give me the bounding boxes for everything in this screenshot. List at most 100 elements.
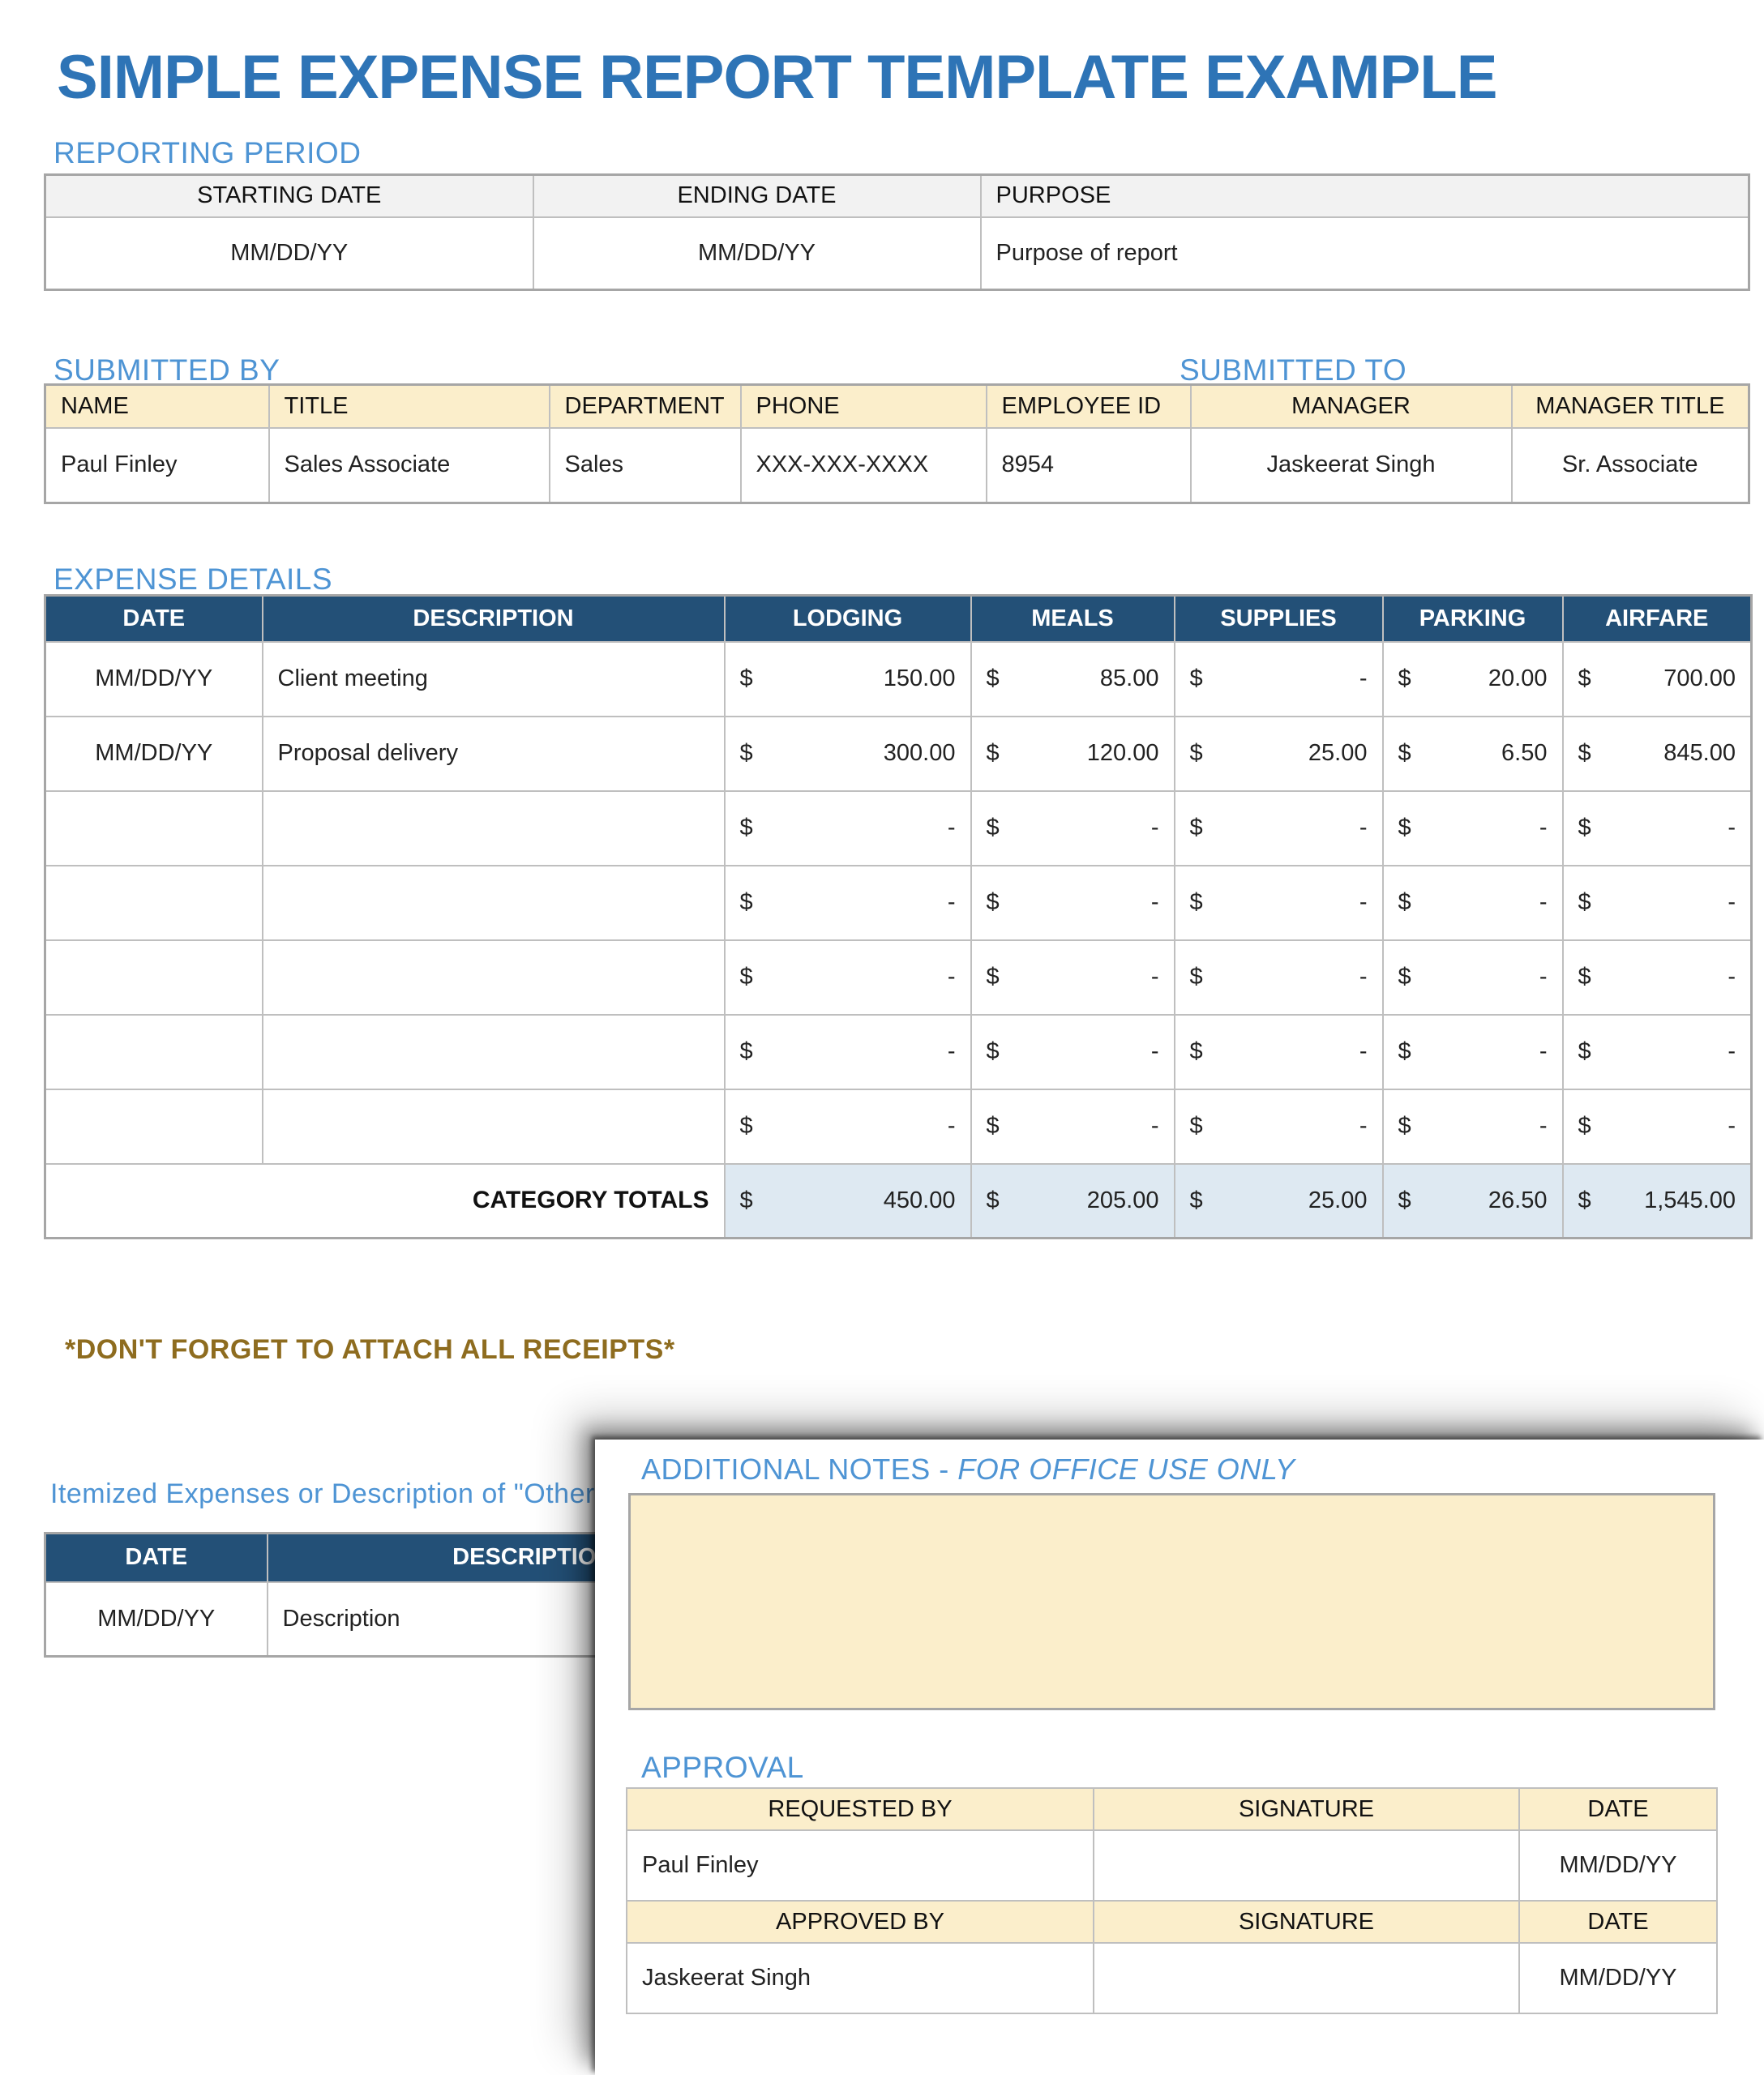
currency-symbol: $ <box>1578 889 1591 915</box>
expense-supplies-cell[interactable]: $ - <box>1173 1088 1384 1165</box>
employee-id-cell[interactable]: 8954 <box>985 426 1192 504</box>
manager-cell[interactable]: Jaskeerat Singh <box>1189 426 1513 504</box>
requested-by-row: Paul Finley MM/DD/YY <box>626 1829 1718 1902</box>
section-heading-submitted-by: SUBMITTED BY <box>54 353 280 387</box>
expense-airfare-cell[interactable]: $ - <box>1561 1013 1753 1090</box>
airfare-header: AIRFARE <box>1561 594 1753 643</box>
currency-symbol: $ <box>1398 1038 1411 1064</box>
expense-airfare-cell[interactable]: $845.00 <box>1561 715 1753 792</box>
expense-airfare-cell[interactable]: $ - <box>1561 789 1753 866</box>
expense-parking-cell[interactable]: $6.50 <box>1381 715 1564 792</box>
requested-by-name-cell[interactable]: Paul Finley <box>626 1829 1094 1902</box>
expense-lodging-cell[interactable]: $ - <box>723 789 972 866</box>
expense-description-cell[interactable] <box>261 1013 726 1090</box>
expense-lodging-cell[interactable]: $ - <box>723 1013 972 1090</box>
expense-parking-cell[interactable]: $ - <box>1381 939 1564 1016</box>
expense-meals-cell[interactable]: $ - <box>970 939 1175 1016</box>
currency-symbol: $ <box>986 1187 1000 1213</box>
itemized-date-cell[interactable]: MM/DD/YY <box>44 1581 268 1658</box>
approval-table: REQUESTED BY SIGNATURE DATE Paul Finley … <box>626 1787 1718 2014</box>
submitted-table: NAME TITLE DEPARTMENT PHONE EMPLOYEE ID … <box>44 383 1750 504</box>
manager-title-cell[interactable]: Sr. Associate <box>1510 426 1750 504</box>
expense-airfare-cell[interactable]: $700.00 <box>1561 640 1753 717</box>
currency-symbol: $ <box>1578 815 1591 841</box>
expense-parking-cell[interactable]: $ - <box>1381 1088 1564 1165</box>
department-cell[interactable]: Sales <box>548 426 742 504</box>
expense-lodging-cell[interactable]: $150.00 <box>723 640 972 717</box>
title-header: TITLE <box>268 383 550 429</box>
currency-symbol: $ <box>739 1038 753 1064</box>
expense-parking-cell[interactable]: $ - <box>1381 1013 1564 1090</box>
expense-parking-cell[interactable]: $ - <box>1381 789 1564 866</box>
expense-supplies-cell[interactable]: $ - <box>1173 789 1384 866</box>
expense-meals-cell[interactable]: $85.00 <box>970 640 1175 717</box>
approved-date-cell[interactable]: MM/DD/YY <box>1518 1942 1718 2014</box>
description-header: DESCRIPTION <box>261 594 726 643</box>
expense-airfare-cell[interactable]: $ - <box>1561 939 1753 1016</box>
additional-notes-box[interactable] <box>628 1493 1715 1710</box>
expense-lodging-cell[interactable]: $ - <box>723 864 972 941</box>
office-use-overlay-panel: ADDITIONAL NOTES - FOR OFFICE USE ONLY A… <box>595 1440 1764 2075</box>
employee-id-header: EMPLOYEE ID <box>985 383 1192 429</box>
expense-description-cell[interactable]: Proposal delivery <box>261 715 726 792</box>
expense-description-cell[interactable] <box>261 939 726 1016</box>
section-heading-expense-details: EXPENSE DETAILS <box>54 563 333 596</box>
expense-parking-cell[interactable]: $20.00 <box>1381 640 1564 717</box>
reporting-period-header-row: STARTING DATE ENDING DATE PURPOSE <box>44 173 1750 218</box>
expense-lodging-cell[interactable]: $300.00 <box>723 715 972 792</box>
expense-date-cell[interactable]: MM/DD/YY <box>44 715 263 792</box>
ending-date-cell[interactable]: MM/DD/YY <box>532 216 982 291</box>
parking-header: PARKING <box>1381 594 1564 643</box>
expense-lodging-cell[interactable]: $ - <box>723 1088 972 1165</box>
expense-description-cell[interactable]: Client meeting <box>261 640 726 717</box>
expense-supplies-cell[interactable]: $ - <box>1173 640 1384 717</box>
purpose-cell[interactable]: Purpose of report <box>979 216 1750 291</box>
expense-airfare-cell[interactable]: $ - <box>1561 864 1753 941</box>
expense-supplies-cell[interactable]: $25.00 <box>1173 715 1384 792</box>
section-heading-submitted-to: SUBMITTED TO <box>1180 353 1407 387</box>
approved-signature-cell[interactable] <box>1093 1942 1520 2014</box>
expense-date-cell[interactable] <box>44 1088 263 1165</box>
currency-symbol: $ <box>986 889 1000 915</box>
expense-row: $ - $ - $ - $ - $ - <box>44 939 1753 1016</box>
expense-meals-cell[interactable]: $ - <box>970 1013 1175 1090</box>
expense-date-cell[interactable] <box>44 1013 263 1090</box>
expense-meals-cell[interactable]: $ - <box>970 864 1175 941</box>
expense-date-cell[interactable]: MM/DD/YY <box>44 640 263 717</box>
starting-date-cell[interactable]: MM/DD/YY <box>44 216 534 291</box>
additional-notes-heading-italic: FOR OFFICE USE ONLY <box>957 1452 1295 1486</box>
itemized-date-header: DATE <box>44 1532 268 1583</box>
approved-by-name-cell[interactable]: Jaskeerat Singh <box>626 1942 1094 2014</box>
name-cell[interactable]: Paul Finley <box>44 426 270 504</box>
expense-supplies-cell[interactable]: $ - <box>1173 864 1384 941</box>
expense-header-row: DATE DESCRIPTION LODGING MEALS SUPPLIES … <box>44 594 1753 643</box>
expense-date-cell[interactable] <box>44 864 263 941</box>
requested-date-cell[interactable]: MM/DD/YY <box>1518 1829 1718 1902</box>
expense-supplies-cell[interactable]: $ - <box>1173 1013 1384 1090</box>
title-cell[interactable]: Sales Associate <box>268 426 550 504</box>
currency-symbol: $ <box>739 1187 753 1213</box>
expense-date-cell[interactable] <box>44 939 263 1016</box>
expense-description-cell[interactable] <box>261 864 726 941</box>
expense-description-cell[interactable] <box>261 1088 726 1165</box>
expense-row: $ - $ - $ - $ - $ - <box>44 1013 1753 1090</box>
expense-meals-cell[interactable]: $120.00 <box>970 715 1175 792</box>
requested-signature-cell[interactable] <box>1093 1829 1520 1902</box>
expense-supplies-cell[interactable]: $ - <box>1173 939 1384 1016</box>
expense-meals-cell[interactable]: $ - <box>970 789 1175 866</box>
expense-airfare-cell[interactable]: $ - <box>1561 1088 1753 1165</box>
phone-header: PHONE <box>739 383 987 429</box>
currency-symbol: $ <box>986 815 1000 841</box>
expense-lodging-cell[interactable]: $ - <box>723 939 972 1016</box>
expense-parking-cell[interactable]: $ - <box>1381 864 1564 941</box>
expense-date-cell[interactable] <box>44 789 263 866</box>
currency-symbol: $ <box>1189 964 1203 990</box>
currency-symbol: $ <box>1398 889 1411 915</box>
expense-description-cell[interactable] <box>261 789 726 866</box>
meals-total-cell: $205.00 <box>970 1162 1175 1239</box>
purpose-header: PURPOSE <box>979 173 1750 218</box>
phone-cell[interactable]: XXX-XXX-XXXX <box>739 426 987 504</box>
expense-meals-cell[interactable]: $ - <box>970 1088 1175 1165</box>
section-heading-reporting-period: REPORTING PERIOD <box>54 136 362 169</box>
currency-symbol: $ <box>1189 740 1203 766</box>
